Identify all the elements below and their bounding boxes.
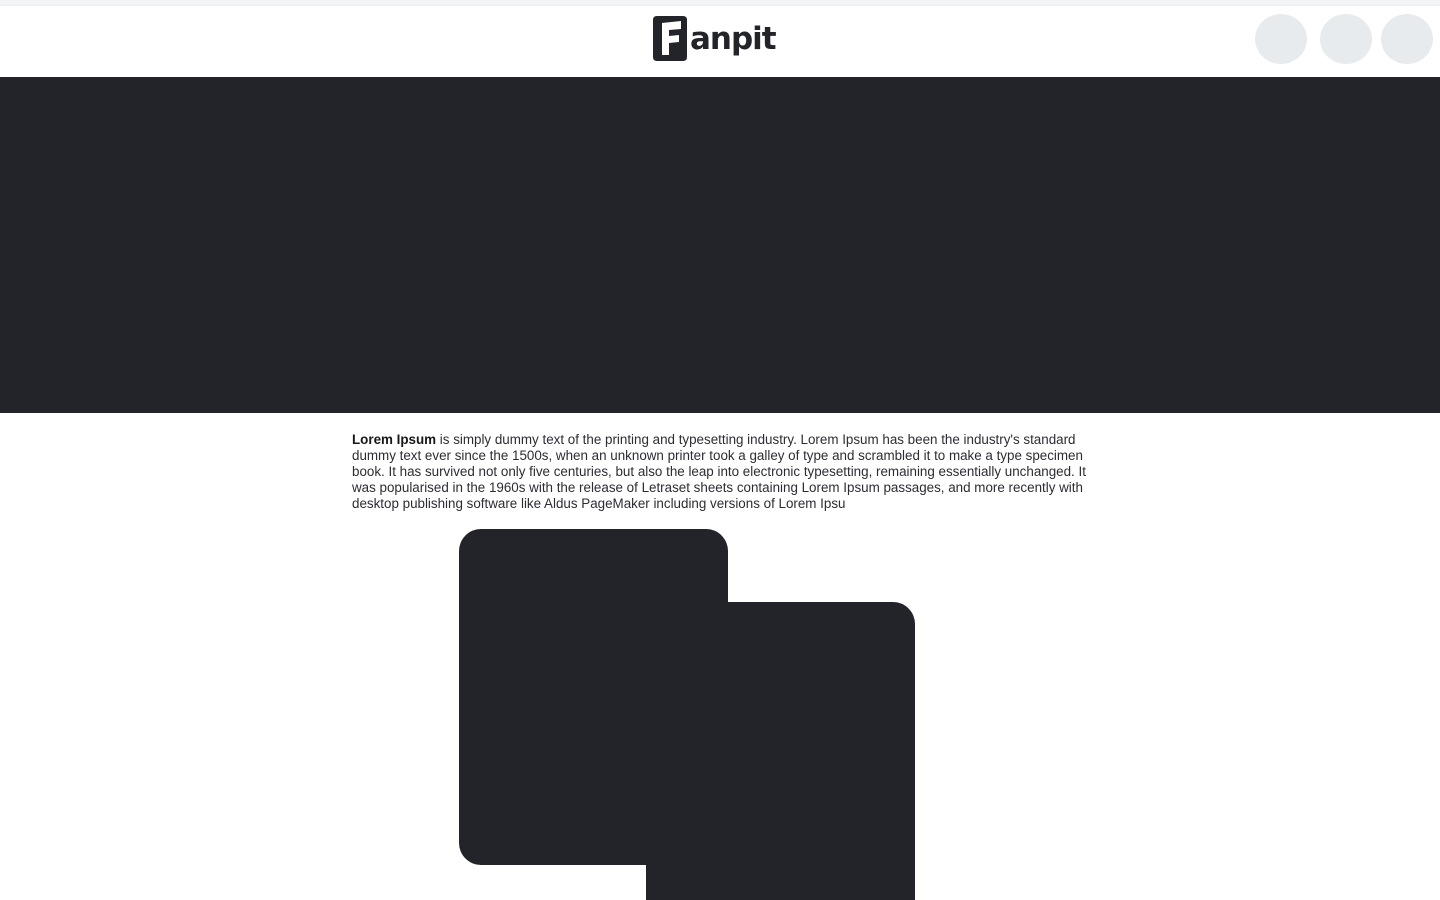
hero-banner	[0, 77, 1440, 413]
site-logo[interactable]: anpit	[652, 14, 777, 62]
article-text: Lorem Ipsum is simply dummy text of the …	[352, 432, 1088, 512]
article-lead: Lorem Ipsum	[352, 432, 437, 447]
header-action-3-button[interactable]	[1381, 14, 1433, 64]
logo-mark-icon	[653, 15, 687, 61]
article-body: is simply dummy text of the printing and…	[352, 432, 1086, 511]
logo-text: anpit	[690, 20, 777, 57]
site-header: anpit	[0, 6, 1440, 77]
media-card-secondary	[646, 602, 915, 900]
header-action-2-button[interactable]	[1320, 14, 1372, 64]
header-action-1-button[interactable]	[1255, 14, 1307, 64]
